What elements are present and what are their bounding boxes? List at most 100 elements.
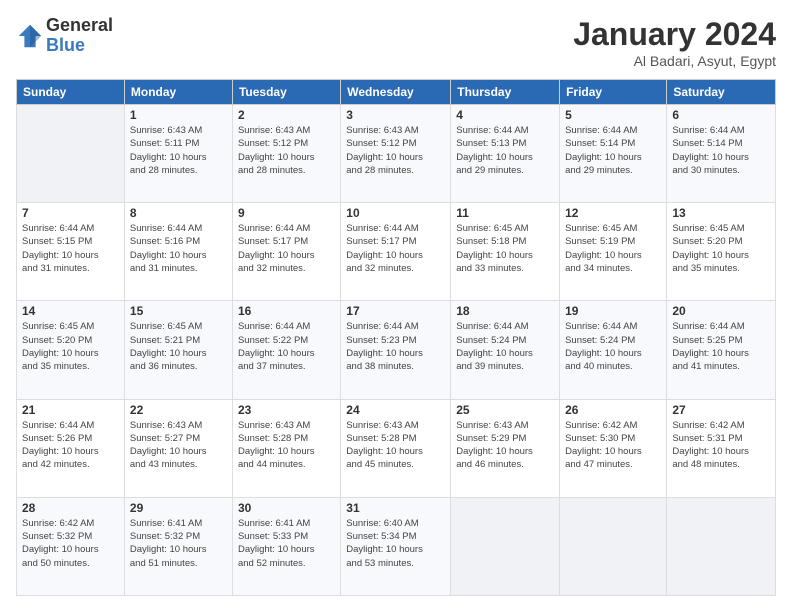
day-number: 28 bbox=[22, 501, 119, 515]
day-info: Sunrise: 6:44 AM Sunset: 5:17 PM Dayligh… bbox=[238, 222, 335, 275]
day-number: 20 bbox=[672, 304, 770, 318]
day-number: 7 bbox=[22, 206, 119, 220]
day-cell: 27Sunrise: 6:42 AM Sunset: 5:31 PM Dayli… bbox=[667, 399, 776, 497]
day-info: Sunrise: 6:44 AM Sunset: 5:22 PM Dayligh… bbox=[238, 320, 335, 373]
day-cell bbox=[667, 497, 776, 595]
header-row: Sunday Monday Tuesday Wednesday Thursday… bbox=[17, 80, 776, 105]
day-cell: 23 Sunrise: 6:43 AM Sunset: 5:28 PM Dayli… bbox=[232, 399, 340, 497]
day-number: 14 bbox=[22, 304, 119, 318]
day-number: 13 bbox=[672, 206, 770, 220]
title-block: January 2024 Al Badari, Asyut, Egypt bbox=[573, 16, 776, 69]
day-info: Sunrise: 6:45 AM Sunset: 5:18 PM Dayligh… bbox=[456, 222, 554, 275]
day-info: Sunrise: 6:43 AM Sunset: 5:28 PM Dayligh… bbox=[238, 419, 335, 472]
day-info: Sunrise: 6:43 AM Sunset: 5:27 PM Dayligh… bbox=[130, 419, 227, 472]
month-title: January 2024 bbox=[573, 16, 776, 53]
day-cell: 24 Sunrise: 6:43 AM Sunset: 5:28 PM Dayli… bbox=[341, 399, 451, 497]
day-cell: 9 Sunrise: 6:44 AM Sunset: 5:17 PM Daylig… bbox=[232, 203, 340, 301]
day-number: 27 bbox=[672, 403, 770, 417]
col-wednesday: Wednesday bbox=[341, 80, 451, 105]
day-cell: 16Sunrise: 6:44 AM Sunset: 5:22 PM Dayli… bbox=[232, 301, 340, 399]
day-info: Sunrise: 6:43 AM Sunset: 5:12 PM Dayligh… bbox=[346, 124, 445, 177]
day-info: Sunrise: 6:45 AM Sunset: 5:20 PM Dayligh… bbox=[672, 222, 770, 275]
day-cell: 12Sunrise: 6:45 AM Sunset: 5:19 PM Dayli… bbox=[560, 203, 667, 301]
week-row-3: 14 Sunrise: 6:45 AM Sunset: 5:20 PM Dayli… bbox=[17, 301, 776, 399]
day-cell: 5 Sunrise: 6:44 AM Sunset: 5:14 PM Daylig… bbox=[560, 105, 667, 203]
day-number: 11 bbox=[456, 206, 554, 220]
day-info: Sunrise: 6:40 AM Sunset: 5:34 PM Dayligh… bbox=[346, 517, 445, 570]
day-cell: 21Sunrise: 6:44 AM Sunset: 5:26 PM Dayli… bbox=[17, 399, 125, 497]
day-cell: 20 Sunrise: 6:44 AM Sunset: 5:25 PM Dayli… bbox=[667, 301, 776, 399]
day-info: Sunrise: 6:44 AM Sunset: 5:14 PM Dayligh… bbox=[565, 124, 661, 177]
logo-text: General Blue bbox=[46, 16, 113, 56]
day-number: 31 bbox=[346, 501, 445, 515]
day-cell: 15Sunrise: 6:45 AM Sunset: 5:21 PM Dayli… bbox=[124, 301, 232, 399]
week-row-5: 28 Sunrise: 6:42 AM Sunset: 5:32 PM Dayli… bbox=[17, 497, 776, 595]
day-info: Sunrise: 6:42 AM Sunset: 5:32 PM Dayligh… bbox=[22, 517, 119, 570]
day-cell: 26Sunrise: 6:42 AM Sunset: 5:30 PM Dayli… bbox=[560, 399, 667, 497]
day-cell: 19 Sunrise: 6:44 AM Sunset: 5:24 PM Dayli… bbox=[560, 301, 667, 399]
day-cell: 28 Sunrise: 6:42 AM Sunset: 5:32 PM Dayli… bbox=[17, 497, 125, 595]
day-cell: 2Sunrise: 6:43 AM Sunset: 5:12 PM Daylig… bbox=[232, 105, 340, 203]
day-info: Sunrise: 6:44 AM Sunset: 5:24 PM Dayligh… bbox=[456, 320, 554, 373]
day-number: 22 bbox=[130, 403, 227, 417]
day-number: 21 bbox=[22, 403, 119, 417]
day-number: 5 bbox=[565, 108, 661, 122]
day-number: 15 bbox=[130, 304, 227, 318]
week-row-1: 1 Sunrise: 6:43 AM Sunset: 5:11 PM Daylig… bbox=[17, 105, 776, 203]
col-friday: Friday bbox=[560, 80, 667, 105]
day-number: 4 bbox=[456, 108, 554, 122]
day-info: Sunrise: 6:44 AM Sunset: 5:15 PM Dayligh… bbox=[22, 222, 119, 275]
day-number: 10 bbox=[346, 206, 445, 220]
day-number: 17 bbox=[346, 304, 445, 318]
day-cell: 3 Sunrise: 6:43 AM Sunset: 5:12 PM Daylig… bbox=[341, 105, 451, 203]
day-cell: 22 Sunrise: 6:43 AM Sunset: 5:27 PM Dayli… bbox=[124, 399, 232, 497]
day-cell: 1 Sunrise: 6:43 AM Sunset: 5:11 PM Daylig… bbox=[124, 105, 232, 203]
day-cell: 17 Sunrise: 6:44 AM Sunset: 5:23 PM Dayli… bbox=[341, 301, 451, 399]
day-cell: 31 Sunrise: 6:40 AM Sunset: 5:34 PM Dayli… bbox=[341, 497, 451, 595]
day-cell: 7 Sunrise: 6:44 AM Sunset: 5:15 PM Daylig… bbox=[17, 203, 125, 301]
day-cell: 29Sunrise: 6:41 AM Sunset: 5:32 PM Dayli… bbox=[124, 497, 232, 595]
day-cell bbox=[451, 497, 560, 595]
day-cell: 14 Sunrise: 6:45 AM Sunset: 5:20 PM Dayli… bbox=[17, 301, 125, 399]
day-number: 23 bbox=[238, 403, 335, 417]
col-saturday: Saturday bbox=[667, 80, 776, 105]
col-tuesday: Tuesday bbox=[232, 80, 340, 105]
day-info: Sunrise: 6:41 AM Sunset: 5:33 PM Dayligh… bbox=[238, 517, 335, 570]
day-cell: 4 Sunrise: 6:44 AM Sunset: 5:13 PM Daylig… bbox=[451, 105, 560, 203]
col-sunday: Sunday bbox=[17, 80, 125, 105]
day-info: Sunrise: 6:43 AM Sunset: 5:29 PM Dayligh… bbox=[456, 419, 554, 472]
day-info: Sunrise: 6:44 AM Sunset: 5:23 PM Dayligh… bbox=[346, 320, 445, 373]
day-number: 19 bbox=[565, 304, 661, 318]
day-number: 3 bbox=[346, 108, 445, 122]
page: General Blue January 2024 Al Badari, Asy… bbox=[0, 0, 792, 612]
day-cell: 18Sunrise: 6:44 AM Sunset: 5:24 PM Dayli… bbox=[451, 301, 560, 399]
week-row-2: 7 Sunrise: 6:44 AM Sunset: 5:15 PM Daylig… bbox=[17, 203, 776, 301]
day-number: 26 bbox=[565, 403, 661, 417]
day-info: Sunrise: 6:43 AM Sunset: 5:28 PM Dayligh… bbox=[346, 419, 445, 472]
day-number: 30 bbox=[238, 501, 335, 515]
day-info: Sunrise: 6:44 AM Sunset: 5:17 PM Dayligh… bbox=[346, 222, 445, 275]
day-info: Sunrise: 6:44 AM Sunset: 5:24 PM Dayligh… bbox=[565, 320, 661, 373]
logo-blue-text: Blue bbox=[46, 36, 113, 56]
day-info: Sunrise: 6:43 AM Sunset: 5:11 PM Dayligh… bbox=[130, 124, 227, 177]
day-info: Sunrise: 6:44 AM Sunset: 5:13 PM Dayligh… bbox=[456, 124, 554, 177]
calendar-table: Sunday Monday Tuesday Wednesday Thursday… bbox=[16, 79, 776, 596]
day-cell bbox=[560, 497, 667, 595]
header: General Blue January 2024 Al Badari, Asy… bbox=[16, 16, 776, 69]
day-number: 9 bbox=[238, 206, 335, 220]
day-info: Sunrise: 6:45 AM Sunset: 5:20 PM Dayligh… bbox=[22, 320, 119, 373]
day-cell: 8Sunrise: 6:44 AM Sunset: 5:16 PM Daylig… bbox=[124, 203, 232, 301]
day-info: Sunrise: 6:44 AM Sunset: 5:14 PM Dayligh… bbox=[672, 124, 770, 177]
day-cell: 25Sunrise: 6:43 AM Sunset: 5:29 PM Dayli… bbox=[451, 399, 560, 497]
day-info: Sunrise: 6:44 AM Sunset: 5:25 PM Dayligh… bbox=[672, 320, 770, 373]
day-number: 29 bbox=[130, 501, 227, 515]
day-cell: 13 Sunrise: 6:45 AM Sunset: 5:20 PM Dayli… bbox=[667, 203, 776, 301]
day-cell: 10 Sunrise: 6:44 AM Sunset: 5:17 PM Dayli… bbox=[341, 203, 451, 301]
logo: General Blue bbox=[16, 16, 113, 56]
location-subtitle: Al Badari, Asyut, Egypt bbox=[573, 53, 776, 69]
day-cell: 11 Sunrise: 6:45 AM Sunset: 5:18 PM Dayli… bbox=[451, 203, 560, 301]
day-number: 1 bbox=[130, 108, 227, 122]
day-cell: 30 Sunrise: 6:41 AM Sunset: 5:33 PM Dayli… bbox=[232, 497, 340, 595]
day-info: Sunrise: 6:45 AM Sunset: 5:19 PM Dayligh… bbox=[565, 222, 661, 275]
day-number: 24 bbox=[346, 403, 445, 417]
